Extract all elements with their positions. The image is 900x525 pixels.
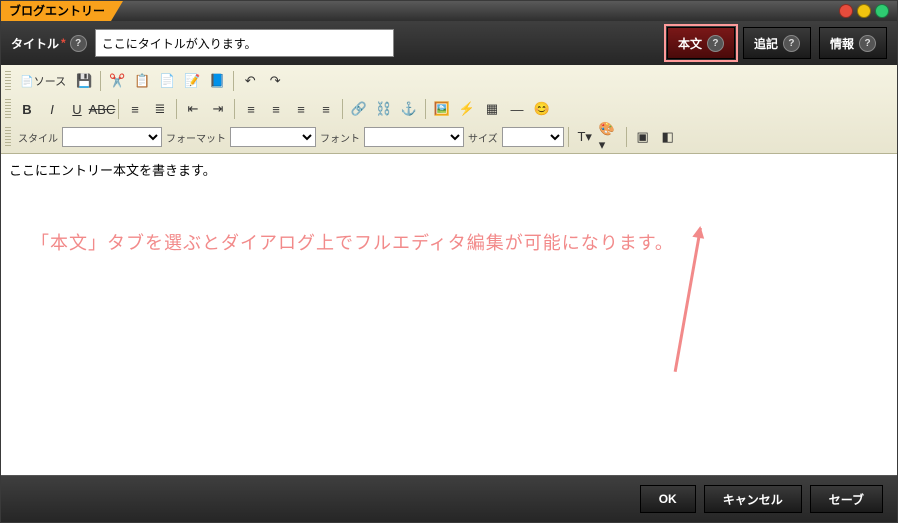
paste-text-icon[interactable]: 📝 (180, 69, 204, 93)
tab-info[interactable]: 情報 ? (819, 27, 887, 59)
title-label: タイトル * ? (11, 35, 87, 52)
table-icon[interactable]: ▦ (480, 97, 504, 121)
outdent-icon[interactable]: ⇤ (181, 97, 205, 121)
save-button[interactable]: セーブ (810, 485, 883, 513)
required-icon: * (61, 36, 66, 50)
cancel-button[interactable]: キャンセル (704, 485, 802, 513)
tab-append-label: 追記 (754, 35, 778, 52)
save-icon[interactable]: 💾 (72, 69, 96, 93)
editor-toolbar: 📄ソース 💾 ✂️ 📋 📄 📝 📘 ↶ ↷ B I U ABC ≡ ≣ ⇤ ⇥ (1, 65, 897, 154)
help-icon[interactable]: ? (707, 35, 724, 52)
ok-button[interactable]: OK (640, 485, 696, 513)
unordered-list-icon[interactable]: ≣ (148, 97, 172, 121)
size-select[interactable] (502, 127, 564, 147)
anchor-icon[interactable]: ⚓ (397, 97, 421, 121)
align-justify-icon[interactable]: ≡ (314, 97, 338, 121)
copy-icon[interactable]: 📋 (130, 69, 154, 93)
tab-info-label: 情報 (830, 35, 854, 52)
undo-icon[interactable]: ↶ (238, 69, 262, 93)
cut-icon[interactable]: ✂️ (105, 69, 129, 93)
toolbar-handle-icon (5, 71, 11, 91)
paste-icon[interactable]: 📄 (155, 69, 179, 93)
align-left-icon[interactable]: ≡ (239, 97, 263, 121)
flash-icon[interactable]: ⚡ (455, 97, 479, 121)
title-input[interactable] (95, 29, 394, 57)
style-label: スタイル (15, 130, 61, 145)
redo-icon[interactable]: ↷ (263, 69, 287, 93)
window-title: ブログエントリー (1, 1, 123, 21)
header-bar: タイトル * ? 本文 ? 追記 ? 情報 ? (1, 21, 897, 65)
smiley-icon[interactable]: 😊 (530, 97, 554, 121)
align-center-icon[interactable]: ≡ (264, 97, 288, 121)
indent-icon[interactable]: ⇥ (206, 97, 230, 121)
tab-body-label: 本文 (678, 35, 702, 52)
source-label: ソース (34, 73, 66, 89)
ordered-list-icon[interactable]: ≡ (123, 97, 147, 121)
tab-body[interactable]: 本文 ? (667, 27, 735, 59)
italic-icon[interactable]: I (40, 97, 64, 121)
image-icon[interactable]: 🖼️ (430, 97, 454, 121)
help-icon[interactable]: ? (70, 35, 87, 52)
font-select[interactable] (364, 127, 464, 147)
unlink-icon[interactable]: ⛓️ (372, 97, 396, 121)
bold-icon[interactable]: B (15, 97, 39, 121)
bg-color-icon[interactable]: 🎨▾ (598, 125, 622, 149)
title-label-text: タイトル (11, 35, 59, 52)
link-icon[interactable]: 🔗 (347, 97, 371, 121)
window-controls (839, 4, 889, 18)
toolbar-handle-icon (5, 127, 11, 147)
help-icon[interactable]: ? (783, 35, 800, 52)
maximize-editor-icon[interactable]: ▣ (631, 125, 655, 149)
tab-append[interactable]: 追記 ? (743, 27, 811, 59)
help-icon[interactable]: ? (859, 35, 876, 52)
source-button[interactable]: 📄ソース (15, 69, 71, 93)
style-select[interactable] (62, 127, 162, 147)
align-right-icon[interactable]: ≡ (289, 97, 313, 121)
font-label: フォント (317, 130, 363, 145)
size-label: サイズ (465, 130, 501, 145)
titlebar: ブログエントリー (1, 1, 897, 21)
annotation-arrow-icon (674, 228, 702, 372)
toolbar-handle-icon (5, 99, 11, 119)
close-icon[interactable] (839, 4, 853, 18)
footer-bar: OK キャンセル セーブ (1, 475, 897, 522)
text-color-icon[interactable]: T▾ (573, 125, 597, 149)
format-select[interactable] (230, 127, 316, 147)
underline-icon[interactable]: U (65, 97, 89, 121)
maximize-icon[interactable] (875, 4, 889, 18)
editor-content[interactable]: ここにエントリー本文を書きます。 「本文」タブを選ぶとダイアログ上でフルエディタ… (1, 154, 897, 466)
body-text: ここにエントリー本文を書きます。 (9, 163, 216, 178)
minimize-icon[interactable] (857, 4, 871, 18)
hr-icon[interactable]: ― (505, 97, 529, 121)
show-blocks-icon[interactable]: ◧ (656, 125, 680, 149)
annotation-text: 「本文」タブを選ぶとダイアログ上でフルエディタ編集が可能になります。 (31, 229, 674, 255)
dialog-window: ブログエントリー タイトル * ? 本文 ? 追記 ? 情報 ? (0, 0, 898, 523)
format-label: フォーマット (163, 130, 229, 145)
strike-icon[interactable]: ABC (90, 97, 114, 121)
paste-word-icon[interactable]: 📘 (205, 69, 229, 93)
